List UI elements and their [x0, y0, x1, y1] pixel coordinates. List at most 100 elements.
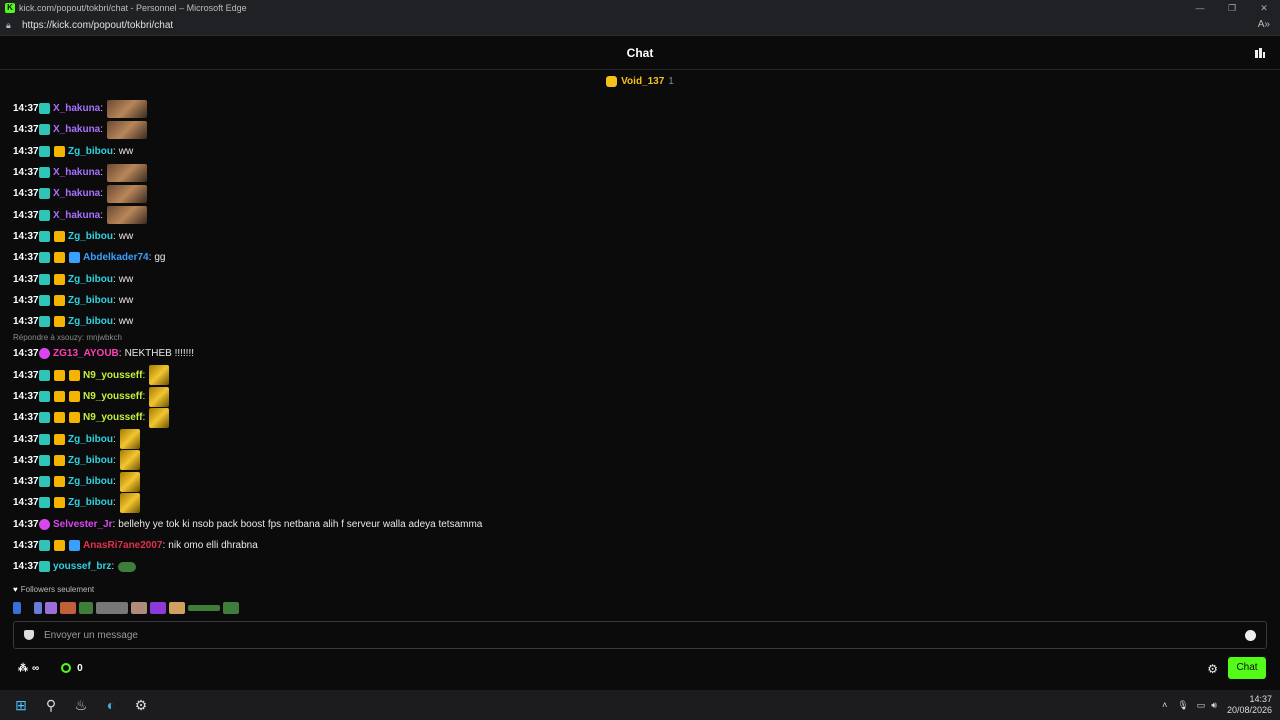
message-username[interactable]: X_hakuna — [53, 188, 100, 199]
chat-message[interactable]: 14:37 X_hakuna: — [0, 183, 1270, 204]
chat-message[interactable]: 14:37 Zg_bibou: — [0, 471, 1270, 492]
kick-badge-icon[interactable] — [54, 369, 65, 381]
crown-badge-icon[interactable] — [54, 433, 65, 445]
message-username[interactable]: youssef_brz — [53, 561, 111, 572]
sub-badge-icon[interactable] — [39, 252, 50, 264]
emote-item[interactable] — [60, 602, 76, 614]
message-username[interactable]: N9_yousseff — [83, 370, 142, 381]
sub-badge-icon[interactable] — [39, 294, 50, 306]
clock[interactable]: 14:37 20/08/2026 — [1227, 694, 1272, 716]
emote-image[interactable] — [149, 407, 170, 428]
sub-badge-icon[interactable] — [39, 391, 50, 402]
emote-item[interactable] — [45, 602, 57, 614]
emote-item[interactable] — [79, 602, 93, 614]
sub-badge-icon[interactable] — [39, 433, 50, 445]
emote-image[interactable] — [107, 184, 148, 203]
emote-image[interactable] — [119, 429, 140, 450]
address-bar[interactable]: 🔒︎ https://kick.com/popout/tokbri/chat A… — [0, 16, 1280, 36]
restore-button[interactable]: ❐ — [1216, 0, 1248, 16]
sub-badge-icon[interactable] — [39, 124, 50, 136]
emote-item[interactable] — [169, 602, 185, 614]
points-stat[interactable]: 0 — [61, 663, 83, 674]
crown-badge-icon[interactable] — [54, 316, 65, 328]
chat-message[interactable]: 14:37 Zg_bibou: ww — [0, 226, 1270, 247]
crown-badge-icon[interactable] — [54, 294, 65, 306]
emote-item[interactable] — [34, 602, 42, 614]
url-text[interactable]: https://kick.com/popout/tokbri/chat — [22, 20, 173, 31]
message-username[interactable]: Zg_bibou — [68, 434, 113, 445]
emote-item[interactable] — [13, 602, 21, 614]
crown-badge-icon[interactable] — [54, 230, 65, 242]
message-username[interactable]: Zg_bibou — [68, 455, 113, 466]
sub-badge-icon[interactable] — [39, 540, 50, 552]
emote-item[interactable] — [131, 602, 147, 614]
microphone-icon[interactable]: 🎙︎ — [1177, 700, 1188, 711]
message-username[interactable]: Zg_bibou — [68, 316, 113, 327]
chat-message[interactable]: 14:37 Zg_bibou: ww — [0, 141, 1270, 162]
crown-badge-icon[interactable] — [54, 252, 65, 264]
pinned-gift-bar[interactable]: Void_137 1 — [0, 71, 1280, 91]
sub-badge-icon[interactable] — [39, 209, 50, 221]
message-placeholder[interactable]: Envoyer un message — [44, 630, 138, 641]
message-username[interactable]: Zg_bibou — [68, 476, 113, 487]
network-icon[interactable]: ▭ — [1197, 700, 1206, 711]
chat-message[interactable]: 14:37 N9_yousseff: — [0, 365, 1270, 386]
crown-badge-icon[interactable] — [69, 369, 80, 381]
sub-badge-icon[interactable] — [39, 230, 50, 242]
chat-message[interactable]: 14:37 N9_yousseff: — [0, 407, 1270, 428]
sub-badge-icon[interactable] — [39, 412, 50, 424]
sub-badge-icon[interactable] — [39, 316, 50, 328]
chat-message[interactable]: 14:37 Zg_bibou: ww — [0, 311, 1270, 332]
sub-badge-icon[interactable] — [39, 273, 50, 285]
chat-send-button[interactable]: Chat — [1228, 657, 1266, 679]
emote-image[interactable] — [107, 120, 148, 139]
chat-message[interactable]: 14:37 Abdelkader74: gg — [0, 247, 1270, 268]
sub-badge-icon[interactable] — [39, 561, 50, 573]
og-badge-icon[interactable] — [39, 518, 50, 530]
chat-message[interactable]: 14:37 Zg_bibou: ww — [0, 268, 1270, 289]
message-username[interactable]: Zg_bibou — [68, 146, 113, 157]
message-username[interactable]: Abdelkader74 — [83, 252, 149, 263]
emote-image[interactable] — [118, 561, 137, 572]
emote-image[interactable] — [149, 365, 170, 386]
sub-badge-icon[interactable] — [39, 369, 50, 381]
read-aloud-icon[interactable]: A» — [1258, 19, 1270, 30]
close-button[interactable]: ✕ — [1248, 0, 1280, 16]
app-icon[interactable]: ⚙ — [126, 690, 156, 720]
message-username[interactable]: AnasRi7ane2007 — [83, 540, 163, 551]
chat-message[interactable]: 14:37 AnasRi7ane2007: nik omo elli dhrabna — [0, 535, 1270, 556]
infinite-stat[interactable]: ⁂ ∞ — [18, 663, 39, 674]
crown-badge-icon[interactable] — [54, 497, 65, 509]
sub-badge-icon[interactable] — [39, 454, 50, 466]
kick-badge-icon[interactable] — [54, 391, 65, 402]
gear-icon[interactable]: ⚙ — [1207, 662, 1218, 676]
chat-message[interactable]: 14:37 X_hakuna: — [0, 204, 1270, 225]
chat-message[interactable]: 14:37 Zg_bibou: — [0, 450, 1270, 471]
message-username[interactable]: X_hakuna — [53, 167, 100, 178]
message-username[interactable]: X_hakuna — [53, 124, 100, 135]
message-username[interactable]: N9_yousseff — [83, 412, 142, 423]
chat-message[interactable]: 14:37 ZG13_AYOUB: NEKTHEB !!!!!!! — [0, 343, 1270, 364]
edge-icon[interactable]: ◐ — [96, 690, 126, 720]
kick-badge-icon[interactable] — [54, 412, 65, 424]
chat-message[interactable]: 14:37 X_hakuna: — [0, 119, 1270, 140]
reply-reference[interactable]: Répondre à xsouzy: mnjwbkch — [0, 332, 1270, 343]
emote-image[interactable] — [107, 163, 148, 182]
sub-badge-icon[interactable] — [39, 188, 50, 200]
chat-message[interactable]: 14:37 Zg_bibou: — [0, 428, 1270, 450]
emote-image[interactable] — [119, 471, 140, 492]
emoji-picker-icon[interactable] — [1245, 630, 1256, 641]
chat-message[interactable]: 14:37 Zg_bibou: ww — [0, 290, 1270, 311]
chat-messages[interactable]: 14:37 X_hakuna: 14:37 X_hakuna: 14:37 Zg_bibo… — [0, 98, 1270, 578]
minimize-button[interactable]: — — [1184, 0, 1216, 16]
sub-badge-icon[interactable] — [39, 497, 50, 509]
message-input[interactable]: Envoyer un message — [13, 621, 1267, 649]
crown-badge-icon[interactable] — [54, 273, 65, 285]
emote-image[interactable] — [107, 206, 148, 225]
message-username[interactable]: Zg_bibou — [68, 231, 113, 242]
emote-image[interactable] — [119, 492, 140, 513]
pinned-user[interactable]: Void_137 — [621, 76, 664, 87]
sub-badge-icon[interactable] — [39, 145, 50, 157]
message-username[interactable]: N9_yousseff — [83, 391, 142, 402]
kick-badge-icon[interactable] — [54, 540, 65, 552]
